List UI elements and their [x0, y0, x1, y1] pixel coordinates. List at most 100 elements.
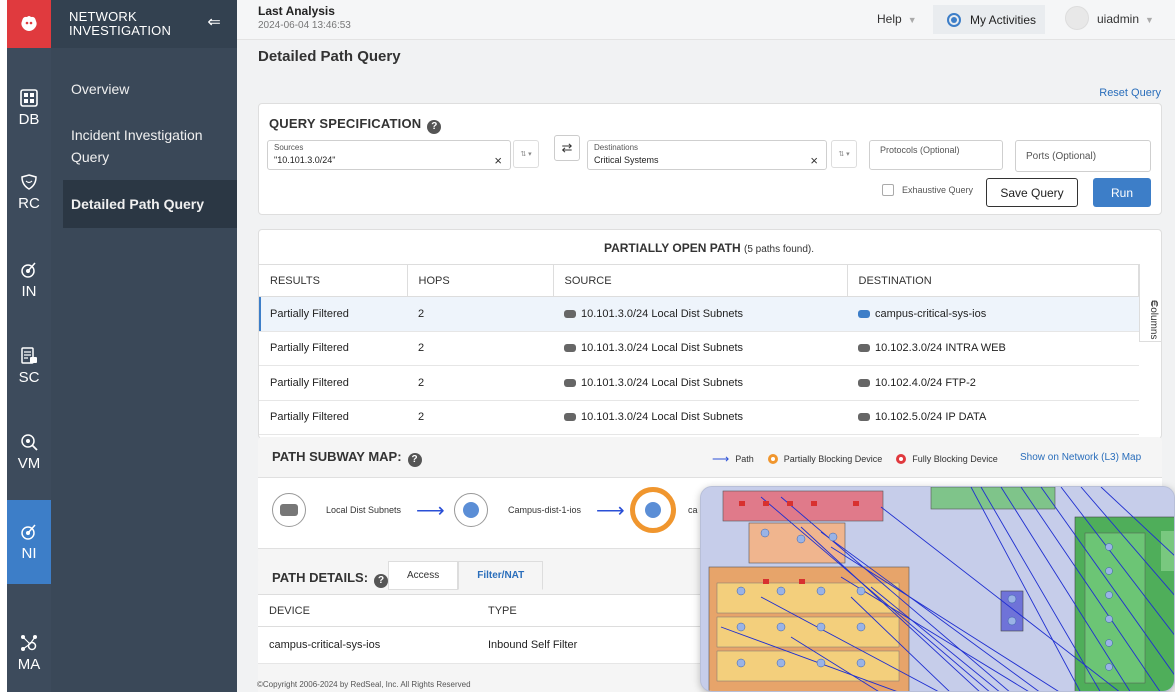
- protocols-placeholder: Protocols (Optional): [880, 145, 960, 155]
- clear-sources-icon[interactable]: ×: [494, 153, 502, 168]
- run-button[interactable]: Run: [1093, 178, 1151, 207]
- subnet-icon: [564, 378, 576, 387]
- sources-value: "10.101.3.0/24": [274, 155, 336, 165]
- router-icon: [645, 502, 661, 518]
- subnet-icon: [564, 309, 576, 318]
- results-title-text: PARTIALLY OPEN PATH: [603, 241, 741, 255]
- rail-item-in[interactable]: IN: [7, 248, 51, 312]
- protocols-input[interactable]: Protocols (Optional): [869, 140, 1003, 170]
- sources-field[interactable]: Sources "10.101.3.0/24" ×: [267, 140, 511, 170]
- table-row[interactable]: Partially Filtered 2 10.101.3.0/24 Local…: [259, 331, 1139, 366]
- column-header[interactable]: HOPS: [407, 264, 554, 297]
- column-header[interactable]: SOURCE: [553, 264, 848, 297]
- router-icon: [463, 502, 479, 518]
- show-on-network-map-link[interactable]: Show on Network (L3) Map: [1020, 452, 1141, 463]
- rail-item-vm[interactable]: VM: [7, 420, 51, 484]
- destination-cell: 10.102.3.0/24 INTRA WEB: [847, 331, 1139, 366]
- result-cell: Partially Filtered: [259, 400, 407, 435]
- checkbox-icon: [882, 184, 894, 196]
- last-analysis-label: Last Analysis: [258, 4, 335, 18]
- sources-type-dropdown[interactable]: ⇅ ▾: [513, 140, 539, 168]
- result-cell: Partially Filtered: [259, 296, 407, 332]
- partial-blocking-router-node-icon[interactable]: [630, 487, 676, 533]
- shield-icon: [20, 173, 38, 191]
- clear-destinations-icon[interactable]: ×: [810, 153, 818, 168]
- path-details-title-text: PATH DETAILS:: [272, 570, 369, 585]
- help-icon[interactable]: ?: [427, 120, 442, 134]
- copyright-footer: ©Copyright 2006-2024 by RedSeal, Inc. Al…: [257, 680, 471, 689]
- rail-item-ni[interactable]: NI: [7, 500, 51, 584]
- swap-icon[interactable]: ⇄: [554, 135, 580, 161]
- user-menu[interactable]: uiadmin ▼: [1097, 12, 1154, 26]
- ports-input[interactable]: Ports (Optional): [1015, 140, 1151, 172]
- column-header[interactable]: DEVICE: [258, 594, 477, 627]
- exhaustive-query-label: Exhaustive Query: [902, 185, 974, 195]
- router-icon: [858, 309, 870, 318]
- source-cell: 10.101.3.0/24 Local Dist Subnets: [553, 400, 847, 435]
- rail-item-ma[interactable]: MA: [7, 614, 51, 692]
- source-text: 10.101.3.0/24 Local Dist Subnets: [581, 376, 744, 389]
- destination-text: 10.102.5.0/24 IP DATA: [875, 411, 987, 424]
- rail-label: VM: [17, 454, 41, 472]
- avatar[interactable]: [1065, 6, 1089, 30]
- exhaustive-query-checkbox[interactable]: Exhaustive Query: [882, 184, 973, 196]
- results-card: PARTIALLY OPEN PATH (5 paths found). RES…: [258, 229, 1162, 439]
- destinations-label: Destinations: [594, 143, 639, 152]
- radio-selected-icon: [947, 12, 961, 27]
- top-header: Last Analysis 2024-06-04 13:46:53 Help ▼ …: [237, 0, 1175, 40]
- subnet-icon: [280, 504, 298, 516]
- source-text: 10.101.3.0/24 Local Dist Subnets: [581, 411, 744, 424]
- help-menu[interactable]: Help ▼: [877, 12, 917, 26]
- destinations-field[interactable]: Destinations Critical Systems ×: [587, 140, 827, 170]
- rail-item-rc[interactable]: RC: [7, 160, 51, 224]
- save-query-button[interactable]: Save Query: [986, 178, 1078, 207]
- last-analysis-date: 2024-06-04 13:46:53: [258, 20, 351, 31]
- destination-cell: campus-critical-sys-ios: [847, 296, 1139, 332]
- sources-label: Sources: [274, 143, 304, 152]
- subnet-node-icon[interactable]: [272, 493, 306, 527]
- subnet-icon: [858, 344, 870, 353]
- table-row[interactable]: Partially Filtered 2 10.101.3.0/24 Local…: [259, 296, 1139, 332]
- tab-access[interactable]: Access: [388, 561, 459, 590]
- icon-rail: DB RC IN SC VM NI MA: [7, 0, 51, 692]
- network-map-preview[interactable]: [700, 486, 1175, 692]
- legend-partial-label: Partially Blocking Device: [783, 454, 883, 464]
- nav-title-line1: NETWORK: [69, 9, 137, 24]
- redseal-logo[interactable]: [7, 0, 51, 48]
- hops-cell: 2: [407, 400, 553, 435]
- user-name: uiadmin: [1097, 12, 1140, 26]
- destinations-type-dropdown[interactable]: ⇅ ▾: [831, 140, 857, 168]
- column-header[interactable]: RESULTS: [259, 264, 408, 297]
- query-specification-card: QUERY SPECIFICATION? Sources "10.101.3.0…: [258, 103, 1162, 215]
- path-arrow-icon: ⟶: [416, 500, 445, 522]
- details-tabs: Access Filter/NAT: [388, 561, 544, 590]
- help-icon[interactable]: ?: [407, 453, 422, 467]
- tab-filter-nat[interactable]: Filter/NAT: [458, 561, 544, 590]
- subway-legend: ⟶ Path Partially Blocking Device Fully Bl…: [712, 452, 1012, 466]
- nav-header: NETWORK INVESTIGATION ⇐: [51, 0, 237, 48]
- column-header[interactable]: DESTINATION: [847, 264, 1139, 297]
- zoom-target-icon: [20, 433, 38, 451]
- collapse-menu-icon[interactable]: ⇐: [207, 15, 221, 31]
- rail-item-sc[interactable]: SC: [7, 334, 51, 398]
- nav-item-incident-investigation-query[interactable]: Incident Investigation Query: [63, 124, 223, 168]
- report-lock-icon: [20, 346, 38, 365]
- secondary-nav: NETWORK INVESTIGATION ⇐ Overview Inciden…: [51, 0, 237, 692]
- rail-item-db[interactable]: DB: [7, 76, 51, 140]
- reset-query-link[interactable]: Reset Query: [1099, 87, 1161, 99]
- nav-item-overview[interactable]: Overview: [63, 78, 237, 100]
- nav-item-detailed-path-query[interactable]: Detailed Path Query: [63, 180, 237, 228]
- table-row[interactable]: Partially Filtered 2 10.101.3.0/24 Local…: [259, 365, 1139, 401]
- chevron-down-icon: ▼: [1145, 15, 1154, 25]
- node-label: ca: [688, 505, 698, 515]
- source-text: 10.101.3.0/24 Local Dist Subnets: [581, 307, 744, 320]
- router-node-icon[interactable]: [454, 493, 488, 527]
- table-row[interactable]: Partially Filtered 2 10.101.3.0/24 Local…: [259, 400, 1139, 435]
- columns-button[interactable]: ≡ Columns: [1139, 264, 1161, 342]
- result-cell: Partially Filtered: [259, 331, 407, 366]
- path-details-title: PATH DETAILS:?: [272, 570, 389, 588]
- my-activities-toggle[interactable]: My Activities: [933, 5, 1045, 34]
- destination-text: 10.102.4.0/24 FTP-2: [875, 376, 976, 389]
- rail-label: DB: [18, 110, 40, 128]
- help-icon[interactable]: ?: [374, 574, 389, 588]
